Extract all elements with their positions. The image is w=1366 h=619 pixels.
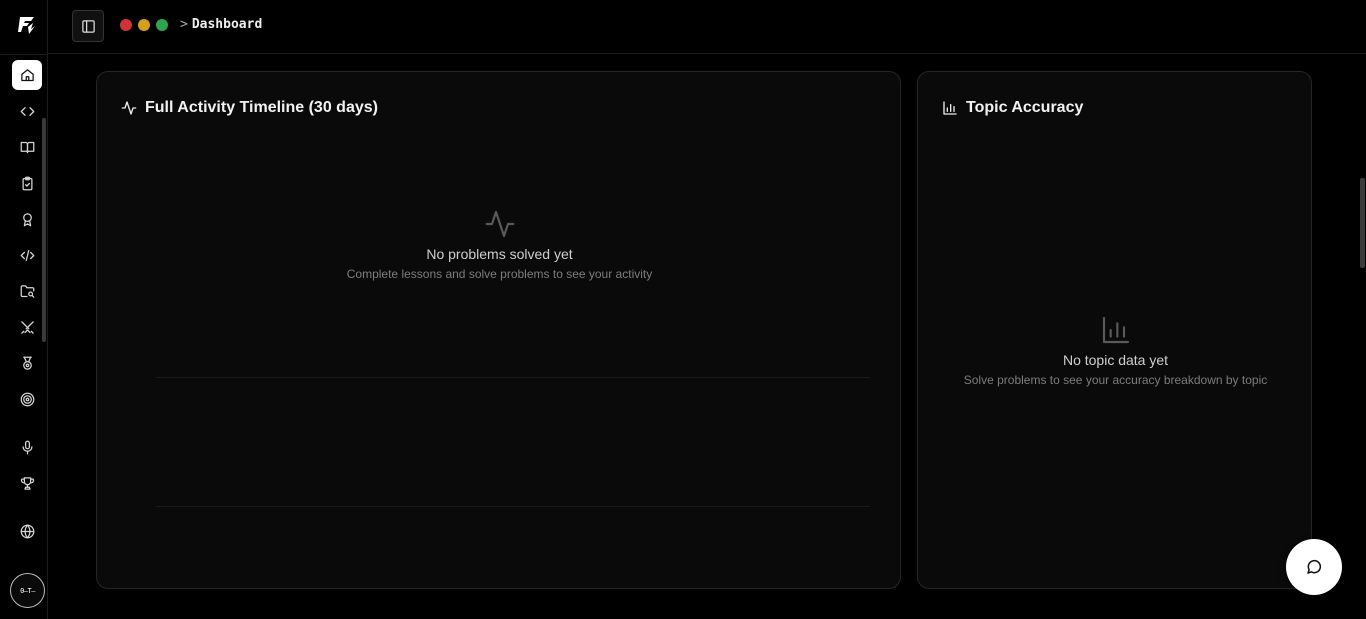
activity-card-header: Full Activity Timeline (30 days) [121,99,378,117]
breadcrumb-current[interactable]: Dashboard [192,17,262,32]
globe-icon [20,524,34,538]
activity-empty-state: No problems solved yet Complete lessons … [97,208,902,281]
chart-gridline [156,377,870,378]
sidebar: 0—T— [0,0,48,619]
breadcrumb: > Dashboard [180,17,262,32]
sidebar-item-badges[interactable] [12,348,42,378]
sidebar-item-interview[interactable] [12,432,42,462]
activity-empty-subtitle: Complete lessons and solve problems to s… [346,267,653,281]
award-icon [22,212,32,226]
window-dot-red [120,19,132,31]
topic-empty-state: No topic data yet Solve problems to see … [918,314,1313,387]
sidebar-divider [0,54,48,55]
window-dot-green [156,19,168,31]
folder-search-icon [20,284,34,298]
sidebar-item-achievements[interactable] [12,204,42,234]
app-logo[interactable] [16,14,38,36]
activity-icon [121,101,137,115]
swords-icon [20,320,34,334]
activity-icon [485,210,514,238]
bar-chart-icon [1102,316,1129,344]
sidebar-item-snippets[interactable] [12,240,42,270]
mic-icon [22,440,32,454]
chat-button[interactable] [1286,539,1342,595]
sidebar-item-code[interactable] [12,96,42,126]
top-bar: > Dashboard [48,0,1366,54]
clipboard-check-icon [22,176,32,190]
sidebar-item-learn[interactable] [12,132,42,162]
breadcrumb-separator: > [180,17,188,32]
topic-empty-subtitle: Solve problems to see your accuracy brea… [963,373,1268,387]
home-icon [20,68,34,81]
user-avatar[interactable]: 0—T— [10,573,45,608]
sidebar-item-leaderboard[interactable] [12,468,42,498]
page-scrollbar[interactable] [1360,178,1365,268]
sidebar-item-projects[interactable] [12,276,42,306]
avatar-text: 0—T— [20,586,35,595]
book-icon [20,141,34,153]
sidebar-item-community[interactable] [12,516,42,546]
sidebar-item-battles[interactable] [12,312,42,342]
topic-card-header: Topic Accuracy [942,99,1083,117]
topic-card-title: Topic Accuracy [966,99,1084,116]
topic-accuracy-card: Topic Accuracy No topic data yet Solve p… [917,71,1312,589]
code-slash-icon [20,249,34,261]
panel-left-icon [81,19,95,33]
sidebar-item-home[interactable] [12,60,42,90]
sidebar-item-tasks[interactable] [12,168,42,198]
target-icon [20,392,34,406]
trophy-icon [20,476,34,490]
activity-card-title: Full Activity Timeline (30 days) [145,99,378,116]
sidebar-scrollbar[interactable] [42,118,46,342]
medal-icon [22,356,32,370]
message-circle-icon [1307,559,1322,574]
activity-timeline-card: Full Activity Timeline (30 days) No prob… [96,71,901,589]
sidebar-toggle-button[interactable] [72,10,104,42]
chart-gridline [156,506,870,507]
activity-empty-title: No problems solved yet [426,246,573,262]
sidebar-item-goals[interactable] [12,384,42,414]
bar-chart-icon [943,101,957,115]
code-icon [20,106,34,116]
window-dot-yellow [138,19,150,31]
topic-empty-title: No topic data yet [1062,352,1169,368]
